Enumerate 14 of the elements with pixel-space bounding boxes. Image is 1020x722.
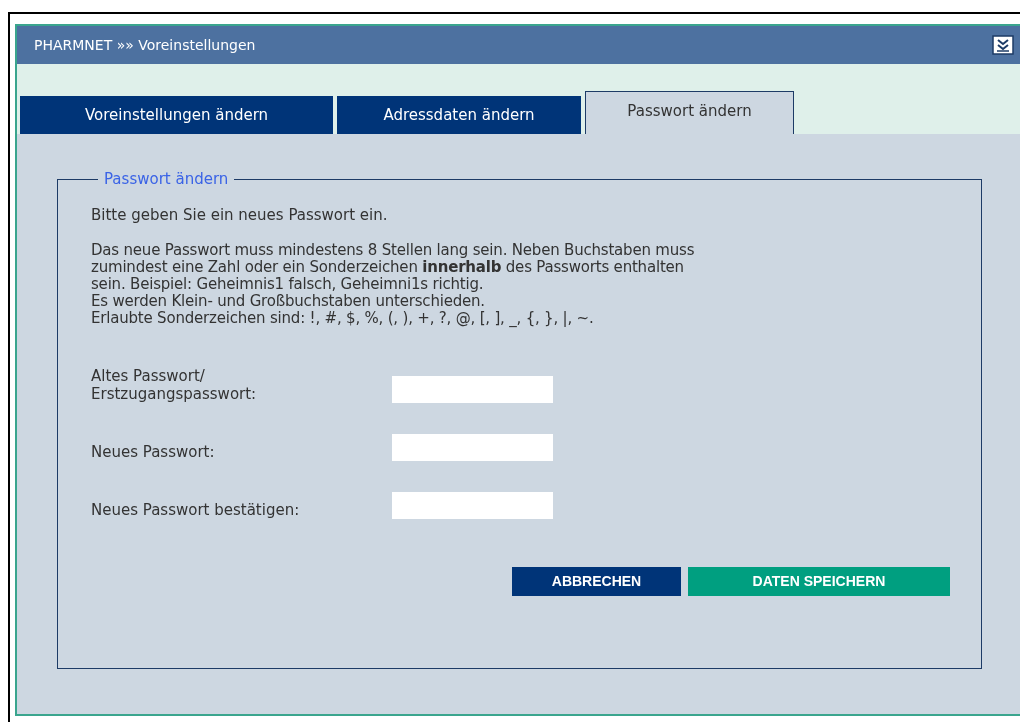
password-rules: Das neue Passwort muss mindestens 8 Stellen lang sein. Neben Buchstaben muss zumindest eine Zahl oder ein Sonderzeichen innerhalb des Passworts enthalten sein. Beispiel: Geheimnis1 falsch, Geheimni1s richtig. Es werden Klein- und Großbuchstaben unterschieden. Erlaubte Sonderzeichen sind: !, #, $, %, (, ), +, ?, @, [, ], _, {, }, |, ~. (91, 242, 696, 327)
field-label: Neues Passwort: (91, 443, 216, 461)
window-title: PHARMNET »» Voreinstellungen (34, 35, 256, 55)
password-field[interactable] (392, 434, 553, 461)
password-field[interactable] (392, 492, 553, 519)
tab[interactable]: Voreinstellungen ändern (20, 96, 333, 134)
password-field[interactable] (392, 376, 553, 403)
collapse-icon[interactable] (992, 35, 1014, 55)
field-label: Altes Passwort/ Erstzugangspasswort: (91, 367, 258, 403)
field-label: Neues Passwort bestätigen: (91, 501, 301, 519)
cancel-button[interactable]: ABBRECHEN (512, 567, 681, 596)
tab[interactable]: Passwort ändern (585, 91, 794, 134)
intro-text: Bitte geben Sie ein neues Passwort ein. (91, 206, 389, 224)
tab[interactable]: Adressdaten ändern (337, 96, 581, 134)
